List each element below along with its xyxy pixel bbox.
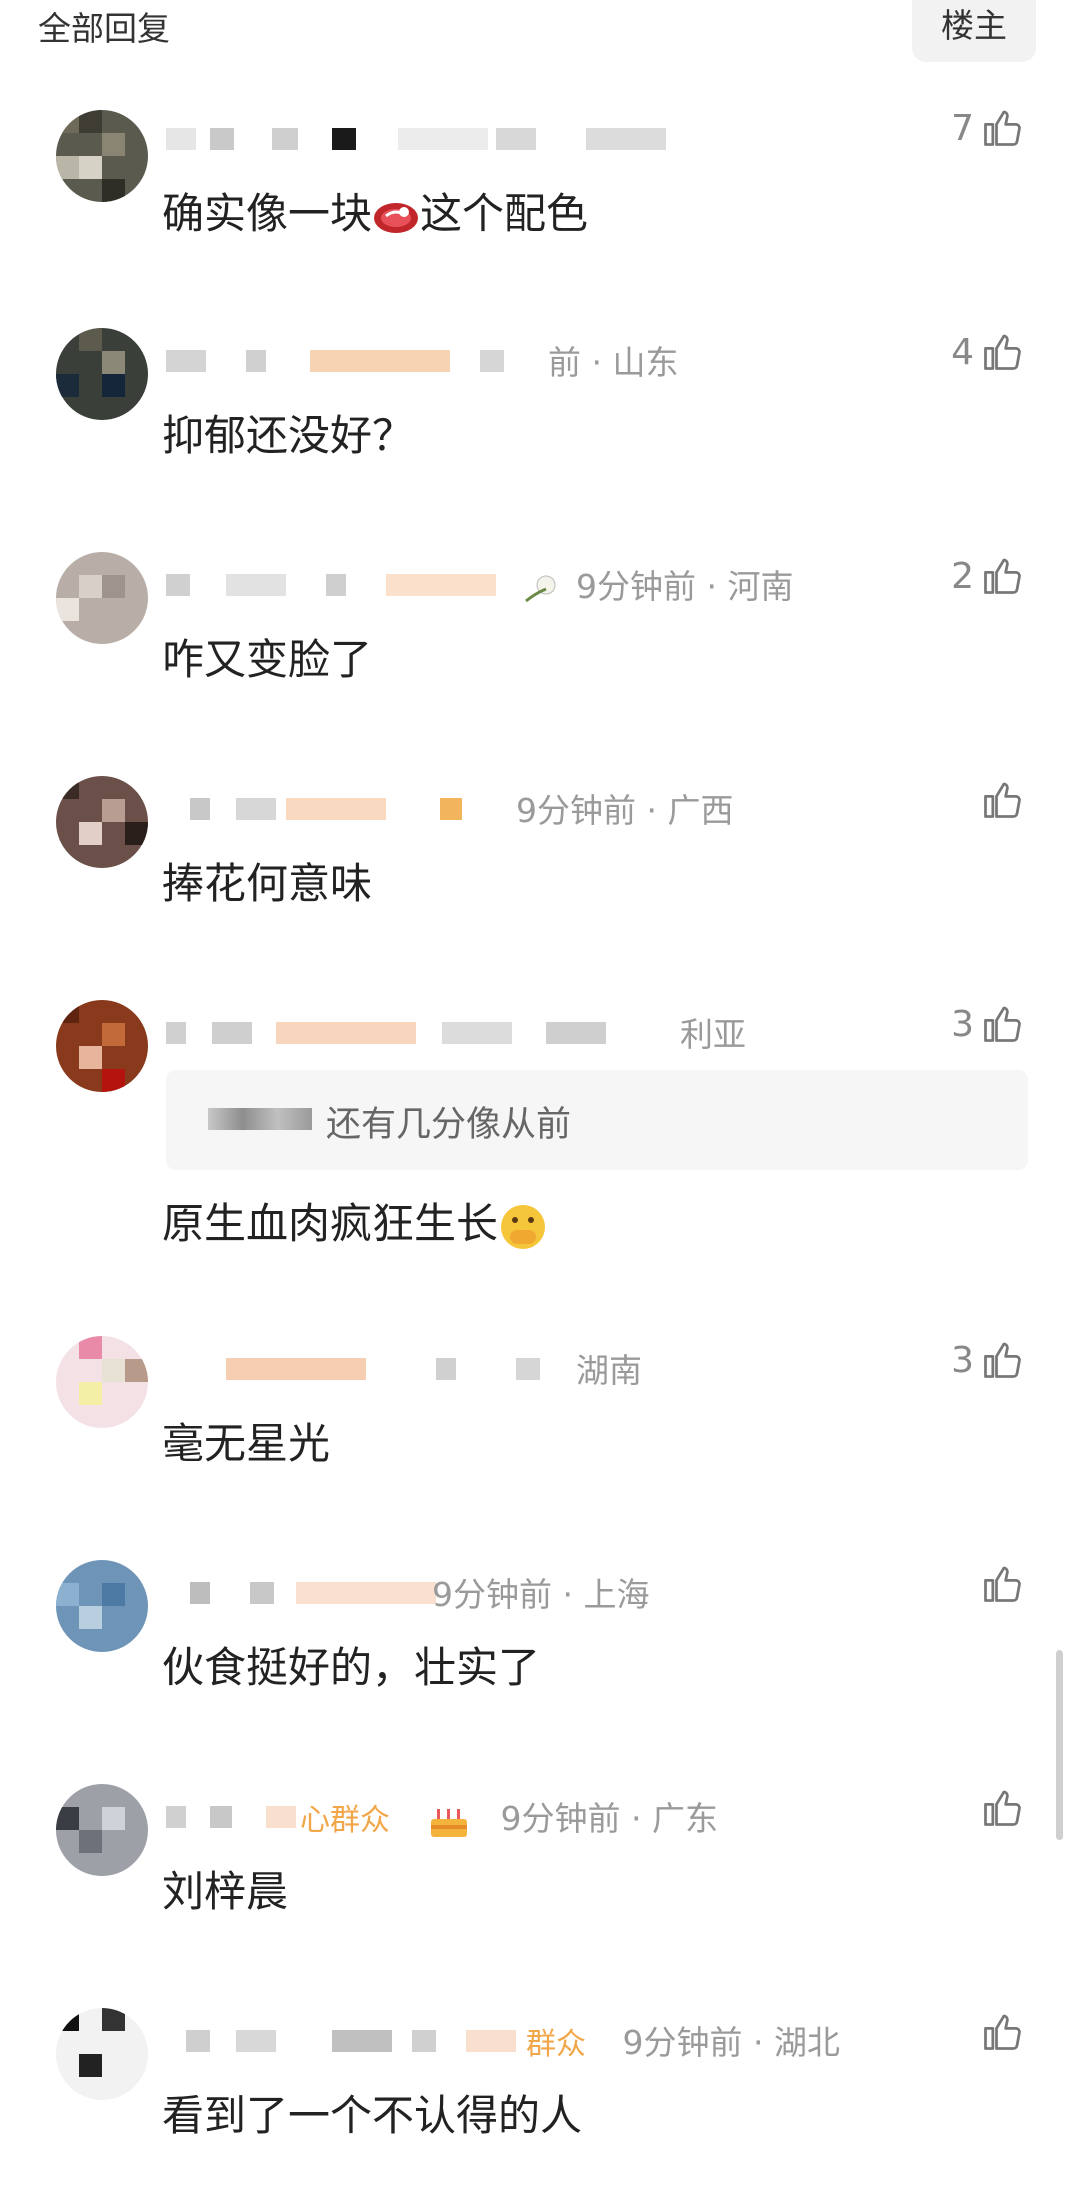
comment-text: 抑郁还没好？	[162, 411, 415, 460]
thumbs-up-icon	[984, 1566, 1021, 1602]
avatar[interactable]	[56, 1000, 148, 1092]
like-button[interactable]: 4	[951, 330, 1024, 374]
comment-text: 确实像一块 这个配色	[162, 189, 589, 238]
thumbs-up-icon	[984, 110, 1021, 146]
avatar[interactable]	[56, 1784, 148, 1876]
like-button[interactable]	[974, 2010, 1024, 2054]
cake-icon	[430, 1808, 467, 1837]
comment-text: 捧花何意味	[162, 859, 373, 908]
comment-text: 伙食挺好的，壮实了	[162, 1643, 541, 1692]
avatar[interactable]	[56, 776, 148, 868]
like-count: 3	[951, 1339, 974, 1381]
comment-meta: 9分钟前 · 上海	[432, 1575, 650, 1614]
thumbs-up-icon	[984, 782, 1021, 818]
avatar[interactable]	[56, 552, 148, 644]
avatar[interactable]	[56, 110, 148, 202]
username-blurred[interactable]	[166, 344, 566, 378]
like-button[interactable]: 7	[951, 106, 1024, 150]
like-button[interactable]	[974, 778, 1024, 822]
avatar[interactable]	[56, 2008, 148, 2100]
username-blurred[interactable]	[166, 1016, 666, 1050]
hand-over-mouth-emoji-icon	[501, 1204, 546, 1249]
avatar[interactable]	[56, 1560, 148, 1652]
thumbs-up-icon	[984, 1006, 1021, 1042]
thumbs-up-icon	[984, 1790, 1021, 1826]
like-button[interactable]: 3	[951, 1002, 1024, 1046]
username-blurred[interactable]	[166, 792, 466, 826]
comment-meta: 利亚	[680, 1015, 746, 1054]
comment-meta: 9分钟前 · 河南	[522, 560, 793, 608]
username-blurred[interactable]	[166, 568, 566, 602]
avatar[interactable]	[56, 1336, 148, 1428]
owner-filter-button[interactable]: 楼主	[912, 0, 1036, 62]
user-badge: 心群众	[300, 1803, 390, 1838]
comment-meta: 群众 9分钟前 · 湖北	[526, 2023, 840, 2062]
username-blurred[interactable]	[166, 122, 666, 156]
steak-emoji-icon	[374, 202, 419, 233]
like-count: 2	[951, 555, 974, 597]
like-count: 3	[951, 1003, 974, 1045]
username-blurred[interactable]	[166, 1800, 306, 1834]
like-button[interactable]: 2	[951, 554, 1024, 598]
avatar[interactable]	[56, 328, 148, 420]
comment-meta: 9分钟前 · 广西	[516, 791, 734, 830]
comment-text: 刘梓晨	[162, 1867, 289, 1916]
like-button[interactable]: 3	[951, 1338, 1024, 1382]
username-blurred[interactable]	[166, 1352, 566, 1386]
comment-meta: 前 · 山东	[548, 343, 679, 382]
like-count: 7	[951, 107, 974, 149]
comment-meta: 湖南	[576, 1351, 642, 1390]
quoted-text: 还有几分像从前	[326, 1105, 572, 1145]
quoted-username-blurred	[208, 1108, 312, 1130]
user-badge: 群众	[526, 2027, 586, 2062]
like-button[interactable]	[974, 1786, 1024, 1830]
like-count: 4	[951, 331, 974, 373]
thumbs-up-icon	[984, 1342, 1021, 1378]
thumbs-up-icon	[984, 334, 1021, 370]
username-blurred[interactable]	[166, 1576, 466, 1610]
comment-text: 原生血肉疯狂生长	[162, 1190, 548, 1252]
username-blurred[interactable]	[166, 2024, 566, 2058]
like-button[interactable]	[974, 1562, 1024, 1606]
comment-text: 咋又变脸了	[162, 635, 373, 684]
thumbs-up-icon	[984, 2014, 1021, 2050]
scrollbar[interactable]	[1056, 1650, 1063, 1840]
thumbs-up-icon	[984, 558, 1021, 594]
all-replies-title: 全部回复	[38, 9, 170, 48]
comment-text: 毫无星光	[162, 1419, 331, 1468]
reply-header: 全部回复 楼主	[0, 0, 1072, 62]
comment-text: 看到了一个不认得的人	[162, 2091, 583, 2140]
quoted-reply[interactable]: 还有几分像从前	[166, 1070, 1028, 1170]
flower-icon	[525, 575, 556, 602]
comment-meta: 心群众 9分钟前 · 广东	[300, 1792, 718, 1841]
